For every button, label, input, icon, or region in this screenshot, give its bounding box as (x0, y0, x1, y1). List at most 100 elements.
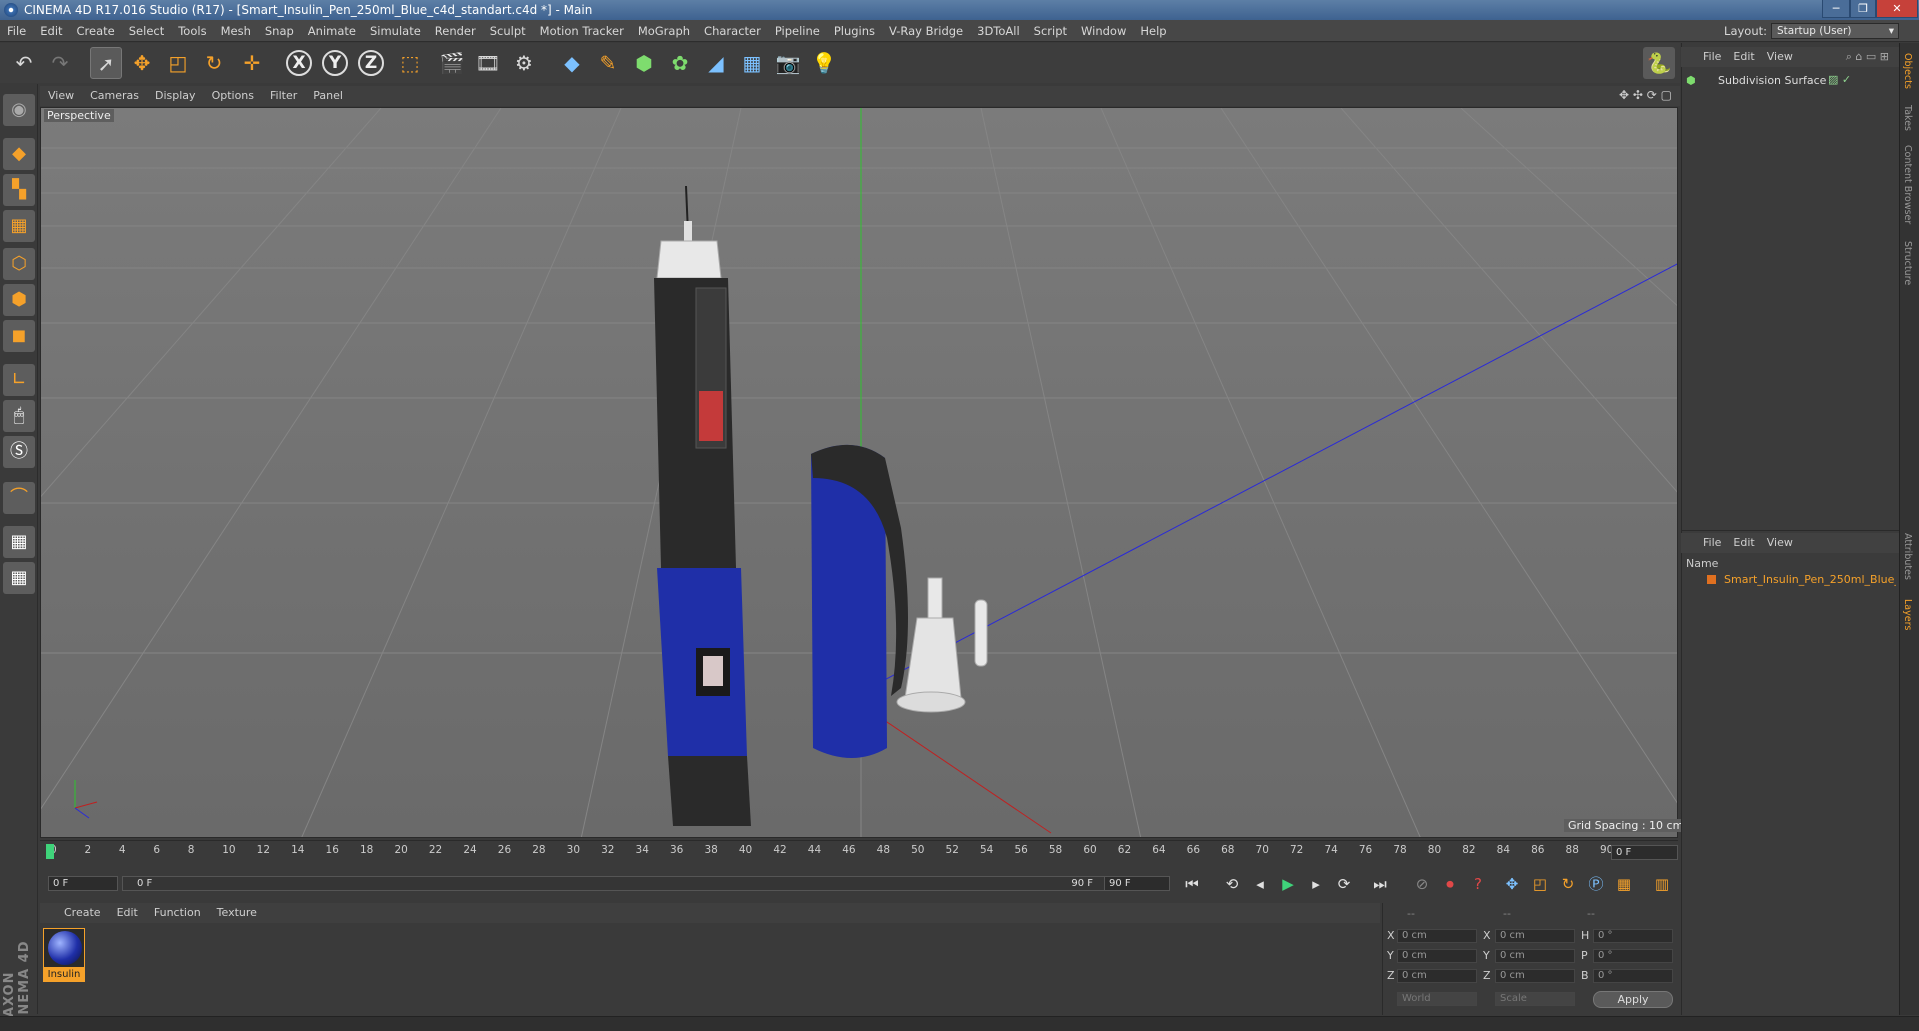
menu-sculpt[interactable]: Sculpt (483, 20, 533, 42)
menu-motion-tracker[interactable]: Motion Tracker (533, 20, 631, 42)
points-mode-icon[interactable]: ⬡ (3, 248, 35, 280)
record-point-level-icon[interactable]: ▦ (1612, 872, 1636, 896)
layers-menu-edit[interactable]: Edit (1727, 533, 1760, 553)
viewport-menu-view[interactable]: View (40, 86, 82, 106)
menu-select[interactable]: Select (122, 20, 171, 42)
live-selection-icon[interactable]: ➚ (90, 47, 122, 79)
planar-workplane-icon[interactable]: ▦ (3, 562, 35, 594)
go-to-start-icon[interactable]: ⏮ (1180, 872, 1204, 896)
menu-pipeline[interactable]: Pipeline (768, 20, 827, 42)
pos-z-field[interactable]: 0 cm (1397, 969, 1477, 983)
deformer-icon[interactable]: ◢ (700, 47, 732, 79)
layout-dropdown[interactable]: Startup (User) ▾ (1771, 23, 1899, 39)
record-position-icon[interactable]: ✥ (1500, 872, 1524, 896)
menu-vray-bridge[interactable]: V-Ray Bridge (882, 20, 970, 42)
cube-object-icon[interactable]: ◆ (556, 47, 588, 79)
timeline-window-icon[interactable]: ▥ (1650, 872, 1674, 896)
coordinate-space-dropdown[interactable]: World (1397, 992, 1477, 1006)
subdivision-surface-icon[interactable]: ⬢ (628, 47, 660, 79)
tab-objects[interactable]: Objects (1902, 53, 1913, 89)
tab-content-browser[interactable]: Content Browser (1902, 145, 1913, 224)
rot-h-field[interactable]: 0 ° (1593, 929, 1673, 943)
coordinate-system-icon[interactable]: ⬚ (394, 47, 426, 79)
lock-workplane-icon[interactable]: ▦ (3, 526, 35, 558)
scale-icon[interactable]: ◰ (162, 47, 194, 79)
keyframe-selection-icon[interactable]: ? (1466, 872, 1490, 896)
size-y-field[interactable]: 0 cm (1495, 949, 1575, 963)
pen-spline-icon[interactable]: ✎ (592, 47, 624, 79)
needle-cap-model[interactable] (896, 577, 988, 713)
move-icon[interactable]: ✥ (126, 47, 158, 79)
menu-snap[interactable]: Snap (258, 20, 301, 42)
texture-mode-icon[interactable]: ▚ (3, 174, 35, 206)
close-button[interactable]: ✕ (1876, 0, 1918, 18)
timeline-ruler[interactable]: 0246810121416182022242628303234363840424… (40, 840, 1678, 862)
viewport-menu-filter[interactable]: Filter (262, 86, 305, 106)
viewport-nav-icons[interactable]: ✥ ✣ ⟳ ▢ (1619, 88, 1672, 102)
menu-create[interactable]: Create (70, 20, 122, 42)
frame-range-slider[interactable]: 0 F 90 F (122, 876, 1110, 891)
viewport-menu-display[interactable]: Display (147, 86, 204, 106)
axis-mode-icon[interactable]: ∟ (3, 364, 35, 396)
cloner-icon[interactable]: ✿ (664, 47, 696, 79)
apply-button[interactable]: Apply (1593, 991, 1673, 1008)
rotate-icon[interactable]: ↻ (198, 47, 230, 79)
polygons-mode-icon[interactable]: ◼ (3, 320, 35, 352)
object-row-subdivision-surface[interactable]: ⬢ Subdivision Surface (1684, 73, 1828, 89)
object-visibility-checkmark-icon[interactable]: ▨ ✓ (1828, 73, 1864, 89)
current-frame-field[interactable]: 0 F (1611, 845, 1678, 860)
material-menu-texture[interactable]: Texture (209, 903, 265, 923)
floor-icon[interactable]: ▦ (736, 47, 768, 79)
pen-cap-model[interactable] (811, 444, 908, 758)
range-start-field[interactable]: 0 F (48, 876, 118, 891)
objects-menu-edit[interactable]: Edit (1727, 47, 1760, 67)
menu-mograph[interactable]: MoGraph (631, 20, 697, 42)
light-icon[interactable]: 💡 (808, 47, 840, 79)
pos-y-field[interactable]: 0 cm (1397, 949, 1477, 963)
3d-viewport[interactable] (40, 107, 1678, 838)
viewport-menu-options[interactable]: Options (204, 86, 262, 106)
make-editable-icon[interactable]: ◉ (3, 94, 35, 126)
transform-icon[interactable]: ✛ (236, 47, 268, 79)
pos-x-field[interactable]: 0 cm (1397, 929, 1477, 943)
snap-icon[interactable]: Ⓢ (3, 436, 35, 468)
next-frame-icon[interactable]: ▸ (1304, 872, 1328, 896)
previous-frame-icon[interactable]: ◂ (1248, 872, 1272, 896)
menu-file[interactable]: File (0, 20, 33, 42)
material-menu-create[interactable]: Create (56, 903, 109, 923)
x-axis-lock-icon[interactable]: X (286, 50, 312, 76)
camera-icon[interactable]: 📷 (772, 47, 804, 79)
python-icon[interactable]: 🐍 (1643, 47, 1675, 79)
menu-help[interactable]: Help (1133, 20, 1173, 42)
menu-character[interactable]: Character (697, 20, 768, 42)
z-axis-lock-icon[interactable]: Z (358, 50, 384, 76)
objects-menu-file[interactable]: File (1697, 47, 1727, 67)
workplane-icon[interactable]: ▦ (3, 210, 35, 242)
go-to-end-icon[interactable]: ⏭ (1368, 872, 1392, 896)
y-axis-lock-icon[interactable]: Y (322, 50, 348, 76)
layers-menu-view[interactable]: View (1761, 533, 1799, 553)
timeline-playhead[interactable] (46, 844, 54, 859)
viewport-menu-cameras[interactable]: Cameras (82, 86, 147, 106)
menu-animate[interactable]: Animate (301, 20, 363, 42)
autokeying-icon[interactable]: ⏺ (1438, 872, 1462, 896)
previous-keyframe-icon[interactable]: ⟲ (1220, 872, 1244, 896)
render-view-icon[interactable]: 🎬 (436, 47, 468, 79)
tab-takes[interactable]: Takes (1902, 105, 1913, 131)
material-thumbnail[interactable] (43, 928, 85, 968)
tab-attributes[interactable]: Attributes (1902, 533, 1913, 580)
menu-script[interactable]: Script (1027, 20, 1074, 42)
render-settings-icon[interactable]: ⚙ (508, 47, 540, 79)
menu-window[interactable]: Window (1074, 20, 1133, 42)
material-menu-edit[interactable]: Edit (109, 903, 146, 923)
model-mode-icon[interactable]: ◆ (3, 138, 35, 170)
range-end-field[interactable]: 90 F (1104, 876, 1170, 891)
menu-tools[interactable]: Tools (171, 20, 213, 42)
material-menu-function[interactable]: Function (146, 903, 209, 923)
size-mode-dropdown[interactable]: Scale (1495, 992, 1575, 1006)
menu-edit[interactable]: Edit (33, 20, 69, 42)
material-name[interactable]: Insulin (43, 968, 85, 982)
rot-b-field[interactable]: 0 ° (1593, 969, 1673, 983)
tab-layers[interactable]: Layers (1902, 599, 1913, 630)
play-icon[interactable]: ▶ (1276, 872, 1300, 896)
